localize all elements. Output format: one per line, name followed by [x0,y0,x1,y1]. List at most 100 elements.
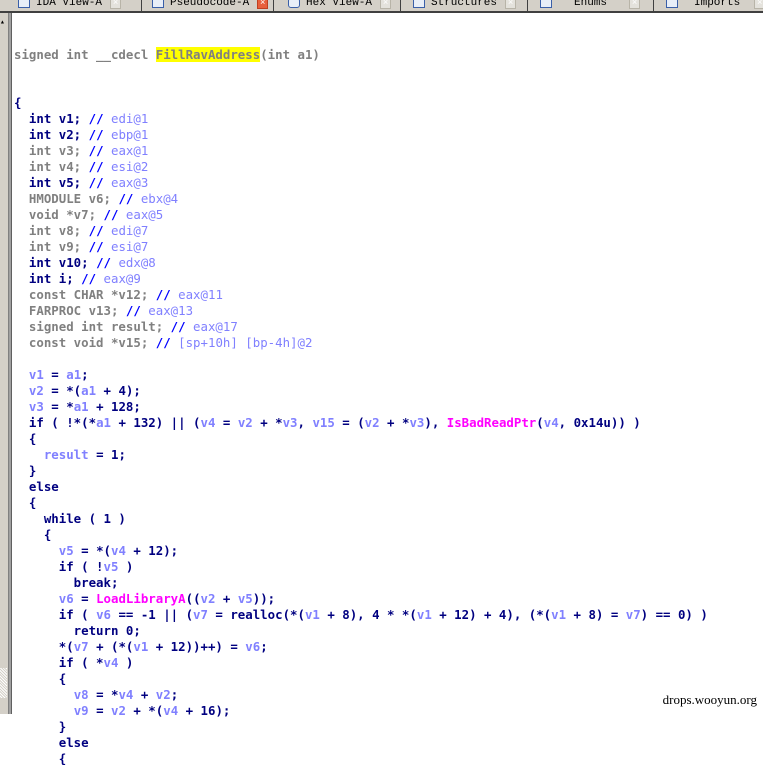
close-icon[interactable]: × [754,0,763,9]
close-icon[interactable]: × [505,0,517,9]
code-token: + 12) + 4), (*( [431,607,552,622]
code-token: ) [118,559,134,574]
variable[interactable]: v6 [245,639,260,654]
variable[interactable]: v4 [201,415,216,430]
variable[interactable]: v3 [283,415,298,430]
code-token: )); [252,591,276,606]
variable[interactable]: v2 [156,687,171,702]
code-token: ; [260,639,268,654]
code-token: if ( * [14,655,104,670]
variable[interactable]: v6 [59,591,74,606]
variable[interactable]: v4 [111,543,126,558]
variable[interactable]: a1 [81,383,96,398]
code-line: const void *v15; // [sp+10h] [bp-4h]@2 [14,335,763,351]
variable[interactable]: result [44,447,89,462]
scroll-track[interactable] [0,668,7,698]
variable[interactable]: v5 [238,591,253,606]
pseudocode-view[interactable]: signed int __cdecl FillRavAddress(int a1… [14,15,763,766]
close-icon[interactable]: × [380,0,392,9]
code-line: void *v7; // eax@5 [14,207,763,223]
variable[interactable]: v1 [133,639,148,654]
code-token: = *( [43,383,82,398]
close-icon[interactable]: × [110,0,122,9]
variable[interactable]: v2 [111,703,126,718]
variable[interactable]: v7 [626,607,641,622]
code-token: = 1; [88,447,126,462]
variable[interactable]: v2 [365,415,380,430]
scroll-up-arrow-icon[interactable]: ▴ [0,17,7,29]
variable[interactable]: v3 [29,399,44,414]
close-icon[interactable]: × [629,0,641,9]
tab-hex-view[interactable]: Hex View-A × [288,0,392,10]
variable[interactable]: v4 [104,655,119,670]
function-name[interactable]: FillRavAddress [155,47,261,62]
signature-params: (int a1) [260,47,320,62]
code-token: + 8) = [566,607,626,622]
tab-imports[interactable]: Imports × [666,0,763,10]
code-token: // [88,239,111,254]
tab-pseudocode[interactable]: Pseudocode-A × [152,0,269,10]
variable[interactable]: v15 [312,415,334,430]
code-token: // [118,191,141,206]
variable[interactable]: v1 [417,607,432,622]
tab-enums[interactable]: Enums × [540,0,641,10]
code-line: v2 = *(a1 + 4); [14,383,763,399]
code-token: = * [88,687,119,702]
variable[interactable]: v3 [409,415,424,430]
pane-splitter[interactable] [9,13,12,714]
code-token: // [96,255,119,270]
variable[interactable]: v4 [163,703,178,718]
code-token: int v2; [14,127,89,142]
code-token: + *( [125,703,164,718]
variable[interactable]: v2 [238,415,253,430]
tab-separator [273,0,274,11]
variable[interactable]: a1 [96,415,111,430]
comment: ebx@4 [140,191,179,206]
tab-label: Enums [574,0,608,9]
variable[interactable]: v7 [74,639,89,654]
variable[interactable]: v1 [29,367,44,382]
enums-icon [540,0,552,8]
tab-ida-view[interactable]: IDA View-A × [18,0,122,10]
code-token: = *( [73,543,111,558]
variable[interactable]: v9 [74,703,89,718]
comment: eax@1 [111,143,149,158]
variable[interactable]: v1 [551,607,566,622]
variable[interactable]: v5 [104,559,119,574]
code-token: = realloc(*( [207,607,305,622]
code-token: = [215,415,238,430]
code-token: // [170,319,194,334]
code-line: *(v7 + (*(v1 + 12))++) = v6; [14,639,763,655]
variable[interactable]: v1 [305,607,320,622]
code-token: // [88,159,111,174]
code-token: void *v7; [14,207,104,222]
variable[interactable]: v6 [96,607,111,622]
code-token: *( [14,639,74,654]
code-line: { [14,671,763,687]
code-token: + (*( [88,639,134,654]
comment: eax@9 [103,271,141,286]
code-token: = [43,367,67,382]
code-token: = ( [334,415,365,430]
variable[interactable]: v2 [201,591,216,606]
variable[interactable]: v2 [29,383,44,398]
variable[interactable]: v4 [544,415,559,430]
hex-view-icon [288,0,300,8]
code-token: int v8; [14,223,89,238]
variable[interactable]: v4 [118,687,133,702]
variable[interactable]: v7 [193,607,208,622]
left-pane-scrollbar[interactable]: ▴ [0,13,9,714]
tab-structures[interactable]: Structures × [413,0,517,10]
close-icon[interactable]: × [257,0,269,9]
code-token: int v1; [14,111,89,126]
variable[interactable]: a1 [66,367,81,382]
code-token: { [14,527,52,542]
function-call[interactable]: LoadLibraryA [96,591,186,606]
code-token: { [14,751,67,766]
variable[interactable]: a1 [74,399,89,414]
variable[interactable]: v5 [59,543,74,558]
function-call[interactable]: IsBadReadPtr [447,415,537,430]
variable[interactable]: v8 [74,687,89,702]
